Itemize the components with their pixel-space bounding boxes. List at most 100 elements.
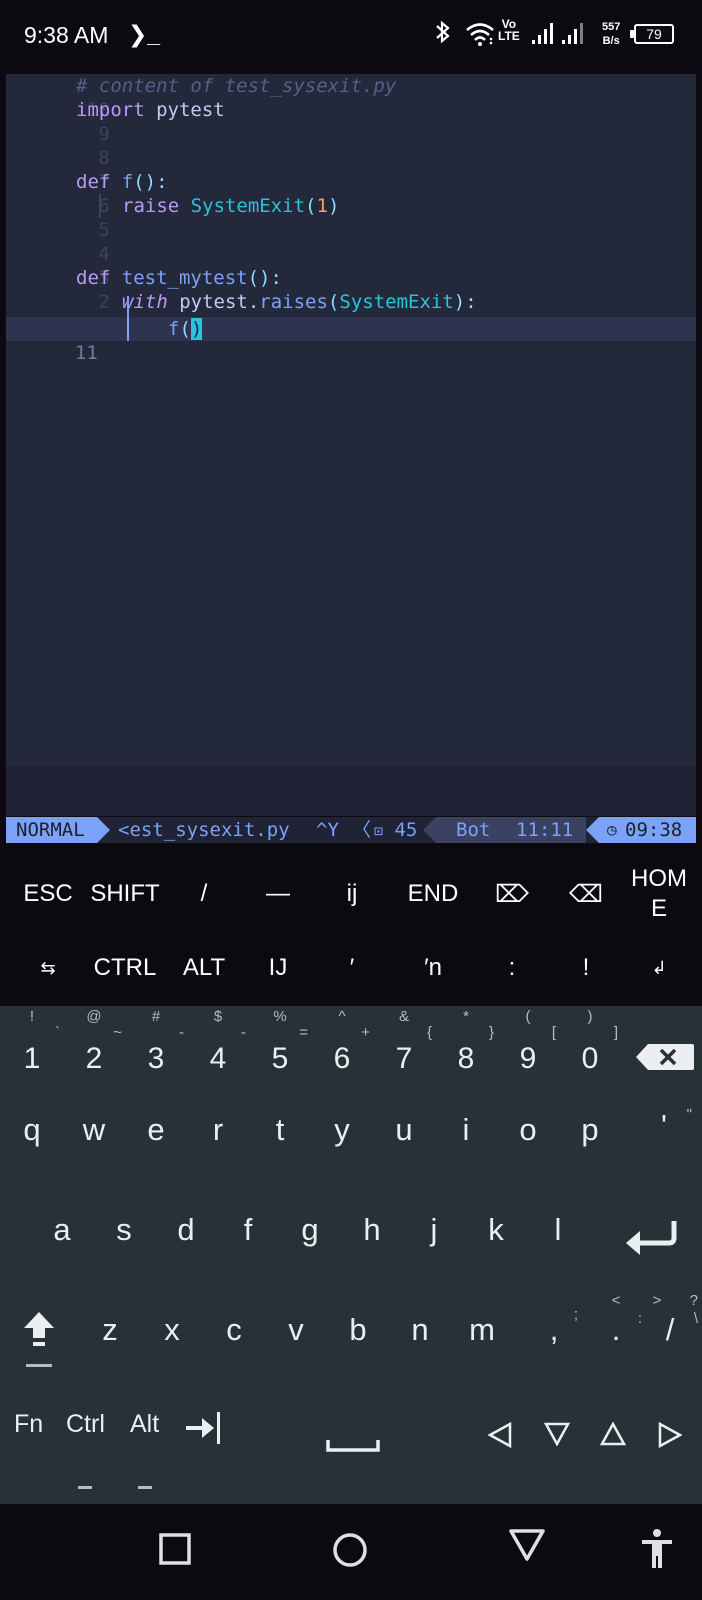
code-line: 8 xyxy=(6,122,696,169)
code-type: SystemExit xyxy=(339,291,454,313)
arrow-up-key[interactable] xyxy=(590,1406,636,1466)
soft-keyboard: ! ` 1 @ ~ 2 # - 3 $ - 4 % = 5 ^ + 6 & { … xyxy=(0,1006,702,1504)
clock-section: ◷ 09:38 xyxy=(586,817,696,843)
termux-prompt-icon: ❯_ xyxy=(128,21,161,47)
key-h[interactable]: h xyxy=(342,1186,402,1286)
key-period[interactable]: < : . xyxy=(586,1286,646,1386)
esc-key[interactable]: ESC xyxy=(12,857,84,931)
code-number: 1 xyxy=(316,195,328,217)
signal-icon xyxy=(530,20,594,51)
delete-forward-key[interactable]: ⌦ xyxy=(476,857,548,931)
alt-indicator xyxy=(138,1486,152,1489)
home-button[interactable] xyxy=(332,1532,368,1573)
key-z[interactable]: z xyxy=(80,1286,140,1386)
alt-modifier-key[interactable]: Alt xyxy=(130,1410,159,1439)
indent-guide xyxy=(127,296,129,341)
alt-key[interactable]: ALT xyxy=(168,931,240,1005)
fn-key[interactable]: Fn xyxy=(14,1410,43,1439)
key-f[interactable]: f xyxy=(218,1186,278,1286)
extra-keys-bar: ESC SHIFT / — ij END ⌦ ⌫ HOM E ⇆ CTRL AL… xyxy=(6,857,696,1005)
key-x[interactable]: x xyxy=(142,1286,202,1386)
ctrl-key[interactable]: CTRL xyxy=(82,931,168,1005)
key-m[interactable]: m xyxy=(452,1286,512,1386)
home-key[interactable]: HOM E xyxy=(622,857,696,931)
code-punct: ( xyxy=(179,318,191,340)
back-button[interactable] xyxy=(508,1528,546,1567)
key-t[interactable]: t xyxy=(250,1086,310,1186)
key-c[interactable]: c xyxy=(204,1286,264,1386)
code-line: 1 with pytest.raises(SystemExit): xyxy=(6,290,696,337)
key-p[interactable]: p xyxy=(560,1086,620,1186)
recents-button[interactable] xyxy=(158,1532,192,1571)
arrow-right-key[interactable] xyxy=(646,1406,692,1466)
code-line: 7 xyxy=(6,146,696,193)
key-s[interactable]: s xyxy=(94,1186,154,1286)
code-editor[interactable]: 10 # content of test_sysexit.py 9 import… xyxy=(6,74,696,766)
scroll-position: Bot xyxy=(456,819,491,841)
key-k[interactable]: k xyxy=(466,1186,526,1286)
key-n[interactable]: n xyxy=(390,1286,450,1386)
current-code-line[interactable]: 11 f() xyxy=(6,317,696,364)
code-punct: ) xyxy=(327,195,340,217)
prime-n-key[interactable]: ′n xyxy=(390,931,476,1005)
ij-key[interactable]: ij xyxy=(316,857,388,931)
key-slash[interactable]: > ? \ / xyxy=(640,1286,700,1386)
code-line: 10 # content of test_sysexit.py xyxy=(6,74,696,121)
tab-key[interactable]: ⇆ xyxy=(12,931,84,1005)
IJ-key[interactable]: IJ xyxy=(242,931,314,1005)
end-key[interactable]: END xyxy=(390,857,476,931)
clock-time: 09:38 xyxy=(625,819,683,841)
key-u[interactable]: u xyxy=(374,1086,434,1186)
vim-statusline: NORMAL <est_sysexit.py ^Y 〈 ⊡ 45 Bot 11:… xyxy=(6,817,696,843)
key-q[interactable]: q xyxy=(2,1086,62,1186)
colon-key[interactable]: : xyxy=(476,931,548,1005)
key-w[interactable]: w xyxy=(64,1086,124,1186)
key-apostrophe[interactable]: " ' xyxy=(628,1086,700,1186)
enter-key[interactable]: ↲ xyxy=(622,931,696,1005)
key-d[interactable]: d xyxy=(156,1186,216,1286)
key-comma[interactable]: ; , xyxy=(524,1286,584,1386)
key-l[interactable]: l xyxy=(528,1186,588,1286)
key-g[interactable]: g xyxy=(280,1186,340,1286)
count-indicator: ⊡ 45 xyxy=(374,817,417,844)
ctrl-indicator xyxy=(78,1486,92,1489)
code-line: 9 import pytest xyxy=(6,98,696,145)
code-identifier: pytest xyxy=(144,99,225,121)
package-icon: ⊡ xyxy=(374,822,384,840)
code-line: 3 xyxy=(6,242,696,289)
key-i[interactable]: i xyxy=(436,1086,496,1186)
key-r[interactable]: r xyxy=(188,1086,248,1186)
code-line: 4 xyxy=(6,218,696,265)
prime-key[interactable]: ′ xyxy=(316,931,388,1005)
key-a[interactable]: a xyxy=(32,1186,92,1286)
key-b[interactable]: b xyxy=(328,1286,388,1386)
ctrl-modifier-key[interactable]: Ctrl xyxy=(66,1410,105,1439)
backspace-key[interactable]: ⌫ xyxy=(550,857,622,931)
dash-key[interactable]: — xyxy=(242,857,314,931)
shift-key[interactable]: SHIFT xyxy=(82,857,168,931)
slash-key[interactable]: / xyxy=(168,857,240,931)
exclamation-key[interactable]: ! xyxy=(550,931,622,1005)
circle-icon xyxy=(333,1533,367,1567)
space-icon xyxy=(326,1440,380,1452)
keyboard-tab-key[interactable] xyxy=(180,1398,230,1458)
cursor-position: 11:11 xyxy=(516,819,574,841)
keyboard-enter-key[interactable] xyxy=(600,1186,700,1286)
arrow-down-key[interactable] xyxy=(534,1406,580,1466)
arrow-left-icon xyxy=(488,1422,512,1448)
battery-icon: 79 xyxy=(630,24,674,44)
key-v[interactable]: v xyxy=(266,1286,326,1386)
code-identifier: pytest. xyxy=(167,291,260,313)
keyboard-shift-key[interactable] xyxy=(2,1286,78,1386)
accessibility-button[interactable] xyxy=(640,1528,674,1575)
key-e[interactable]: e xyxy=(126,1086,186,1186)
key-o[interactable]: o xyxy=(498,1086,558,1186)
space-key[interactable] xyxy=(300,1406,410,1486)
code-line: 6 def f(): xyxy=(6,170,696,217)
triangle-icon xyxy=(509,1529,545,1561)
arrow-left-key[interactable] xyxy=(478,1406,524,1466)
indent-guide xyxy=(99,194,101,218)
key-j[interactable]: j xyxy=(404,1186,464,1286)
text-cursor: ) xyxy=(190,318,203,340)
key-y[interactable]: y xyxy=(312,1086,372,1186)
